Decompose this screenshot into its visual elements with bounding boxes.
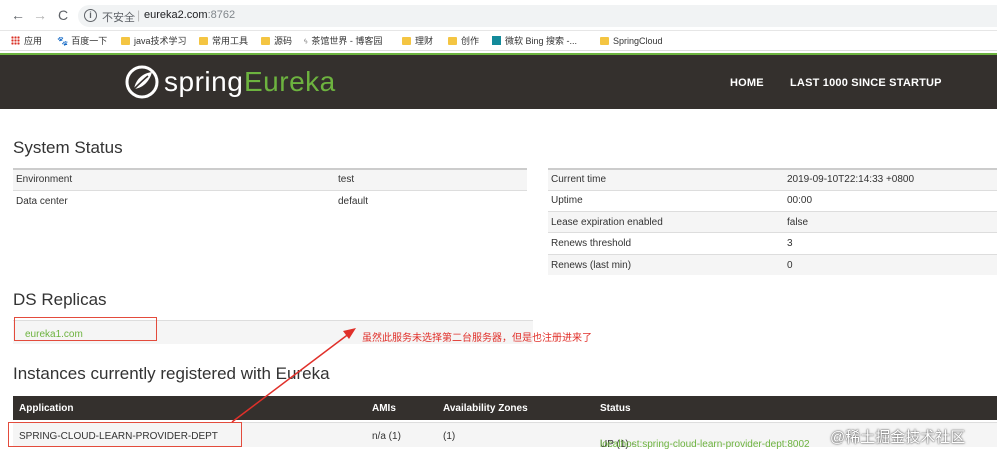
instance-zones: (1) [443,431,456,442]
bookmark-label: 源码 [274,36,293,46]
url-text[interactable]: eureka2.com:8762 [144,9,235,21]
bookmark-springcloud[interactable]: SpringCloud [600,34,663,48]
bookmark-cnblogs[interactable]: ᛃ 茶馆世界 - 博客园 [303,34,382,48]
insecure-label: 不安全 [102,12,135,24]
reload-icon[interactable]: C [55,7,71,23]
instance-status-link[interactable]: localhost:spring-cloud-learn-provider-de… [600,439,810,450]
ds-replicas-title: DS Replicas [13,290,107,309]
bookmark-label: 应用 [24,36,43,46]
bookmark-finance[interactable]: 理财 [402,34,433,48]
folder-icon [261,37,270,45]
bookmark-source[interactable]: 源码 [261,34,292,48]
status-value: 2019-09-10T22:14:33 +0800 [784,167,997,191]
table-row: Environment test [13,167,527,191]
folder-icon [121,37,130,45]
system-status-right-table: Current time 2019-09-10T22:14:33 +0800 U… [548,167,997,276]
bookmark-label: 理财 [415,36,434,46]
status-label: Lease expiration enabled [548,211,784,233]
status-value: false [784,211,997,233]
back-arrow-icon[interactable]: ← [10,7,26,23]
status-label: Data center [13,189,335,212]
status-label: Renews threshold [548,232,784,255]
bookmark-baidu[interactable]: 🐾 百度一下 [57,34,107,48]
nav-last-1000-link[interactable]: LAST 1000 SINCE STARTUP [790,77,942,89]
table-row: Uptime 00:00 [548,189,997,212]
forward-arrow-icon[interactable]: → [32,7,48,23]
status-value: default [335,189,527,212]
instances-title: Instances currently registered with Eure… [13,364,330,383]
replica-highlight-box [14,317,157,341]
baidu-paw-icon: 🐾 [57,36,69,46]
nav-home-link[interactable]: HOME [730,77,764,89]
status-label: Current time [548,167,784,191]
bookmark-bing[interactable]: 微软 Bing 搜索 -... [492,34,577,48]
bookmark-label: 微软 Bing 搜索 -... [505,36,578,46]
url-host: eureka2.com [144,9,208,21]
status-label: Uptime [548,189,784,212]
logo-spring-text: spring [164,66,244,97]
cnblogs-icon: ᛃ [303,36,309,46]
bookmark-label: SpringCloud [613,36,663,46]
table-row: Lease expiration enabled false [548,211,997,233]
status-label: Environment [13,167,335,191]
info-icon[interactable]: i [84,9,97,22]
browser-toolbar: ← → C i 不安全 | eureka2.com:8762 [0,0,997,31]
watermark-text: @稀土掘金技术社区 [830,429,966,446]
logo-eureka-text: Eureka [244,66,336,97]
bookmarks-bar: 应用 🐾 百度一下 java技术学习 常用工具 源码 ᛃ 茶馆世界 - 博客园 理财… [0,31,997,51]
folder-icon [402,37,411,45]
status-value: 00:00 [784,189,997,212]
annotation-text: 虽然此服务未选择第二台服务器，但是也注册进来了 [362,333,592,344]
column-header-amis: AMIs [372,403,396,414]
url-port: :8762 [207,9,236,21]
table-row: Renews threshold 3 [548,232,997,255]
apps-grid-icon [11,36,20,45]
bookmark-label: 常用工具 [212,36,249,46]
bookmark-tools[interactable]: 常用工具 [199,34,248,48]
table-row: Renews (last min) 0 [548,253,997,276]
bookmark-java[interactable]: java技术学习 [121,34,187,48]
folder-icon [600,37,609,45]
column-header-status: Status [600,403,631,414]
bookmark-apps[interactable]: 应用 [11,34,42,48]
status-value: test [335,167,527,191]
system-status-title: System Status [13,138,123,157]
bookmark-label: 茶馆世界 - 博客园 [311,36,383,46]
status-value: 3 [784,232,997,255]
bing-icon [492,36,501,45]
instances-table-header: Application AMIs Availability Zones Stat… [13,396,997,420]
system-status-left-table: Environment test Data center default [13,167,527,212]
status-label: Renews (last min) [548,253,784,276]
table-row: Current time 2019-09-10T22:14:33 +0800 [548,167,997,191]
bookmark-label: 创作 [461,36,480,46]
folder-icon [448,37,457,45]
spring-leaf-icon [125,65,159,99]
status-value: 0 [784,253,997,276]
instance-highlight-box [8,422,242,447]
column-header-application: Application [19,403,74,414]
address-bar[interactable]: i 不安全 | eureka2.com:8762 [78,5,997,27]
url-separator: | [137,8,141,22]
eureka-navbar: spring Eureka HOME LAST 1000 SINCE START… [0,53,997,109]
table-row: Data center default [13,189,527,212]
bookmark-label: java技术学习 [134,36,187,46]
bookmark-label: 百度一下 [71,36,108,46]
bookmark-create[interactable]: 创作 [448,34,479,48]
instance-amis: n/a (1) [372,431,401,442]
column-header-zones: Availability Zones [443,403,528,414]
folder-icon [199,37,208,45]
